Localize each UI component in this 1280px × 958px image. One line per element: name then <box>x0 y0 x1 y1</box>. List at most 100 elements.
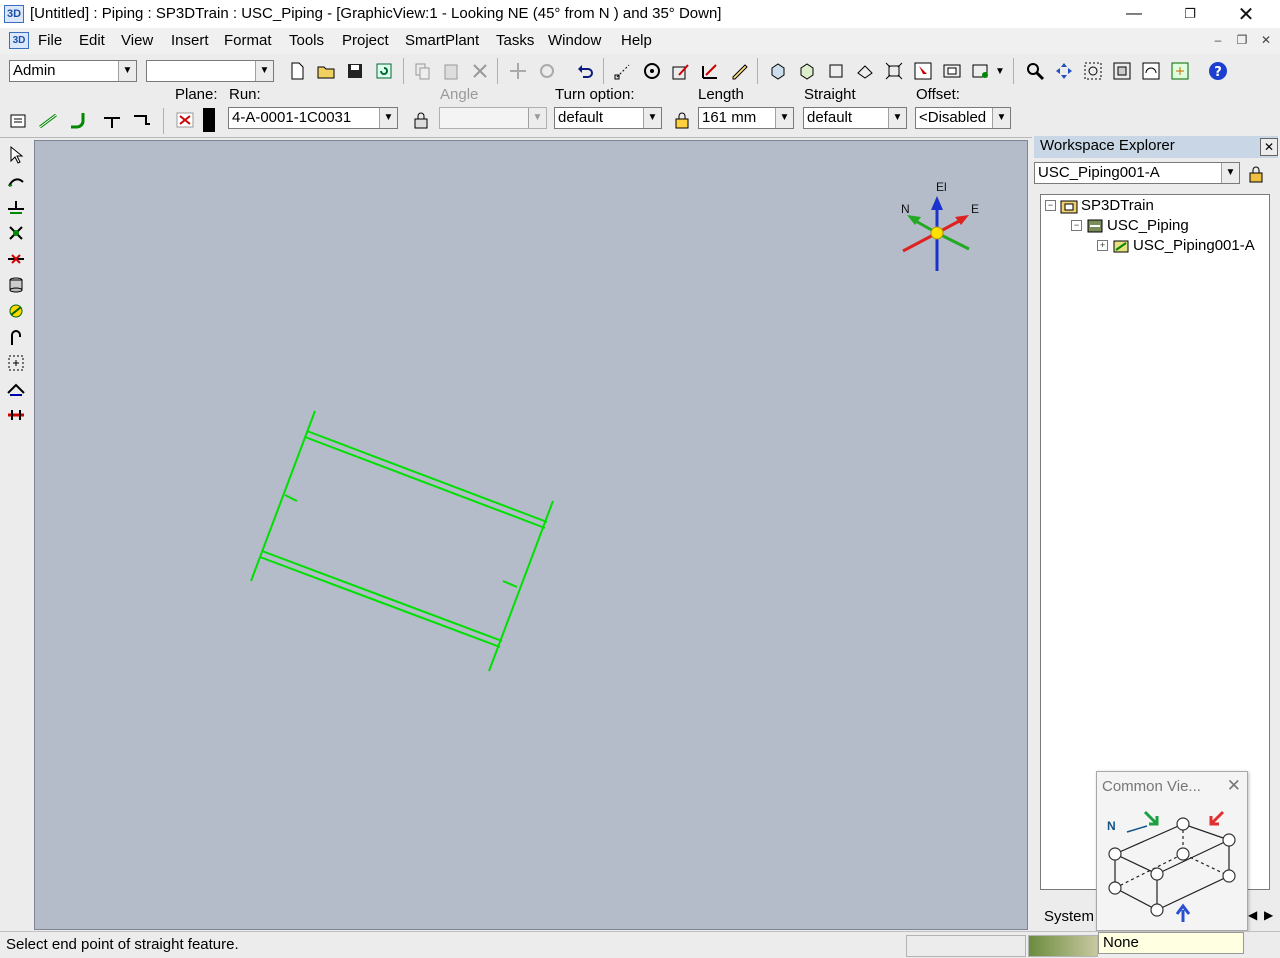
menu-format[interactable]: Format <box>224 32 272 49</box>
menu-edit[interactable]: Edit <box>79 32 105 49</box>
menu-insert[interactable]: Insert <box>171 32 209 49</box>
plane-color-swatch[interactable] <box>203 108 215 132</box>
graphic-view[interactable]: El N E <box>34 140 1028 930</box>
run-combo[interactable]: 4-A-0001-1C0031 ▼ <box>228 107 398 129</box>
pan-button[interactable] <box>1052 59 1076 83</box>
view-handle[interactable] <box>1176 847 1190 861</box>
turn-option-combo[interactable]: default ▼ <box>554 107 662 129</box>
angle-lock-button[interactable] <box>409 108 433 132</box>
view-handle[interactable] <box>1150 903 1164 917</box>
menu-tasks[interactable]: Tasks <box>496 32 534 49</box>
menu-tools[interactable]: Tools <box>289 32 324 49</box>
measure-button[interactable] <box>698 59 722 83</box>
view-handle[interactable] <box>1150 867 1164 881</box>
insert-support-button[interactable] <box>4 273 28 297</box>
select-by-filter-button[interactable] <box>669 59 693 83</box>
insert-spool-break-button[interactable] <box>4 403 28 427</box>
restore-button[interactable]: ❐ <box>1162 0 1218 28</box>
paste-button[interactable] <box>439 59 463 83</box>
menu-window[interactable]: Window <box>548 32 601 49</box>
menu-help[interactable]: Help <box>621 32 652 49</box>
view-style-button[interactable] <box>969 59 993 83</box>
route-pipe-button[interactable] <box>4 169 28 193</box>
insert-feature-button[interactable] <box>4 351 28 375</box>
view-tool-6-button[interactable] <box>911 59 935 83</box>
view-handle[interactable] <box>1108 881 1122 895</box>
plane-button[interactable] <box>173 108 197 132</box>
workspace-lock-button[interactable] <box>1244 162 1268 186</box>
insert-specialty-button[interactable] <box>4 299 28 323</box>
tree-node-usc-piping001-a[interactable]: + USC_Piping001-A <box>1097 237 1255 254</box>
help-button[interactable]: ? <box>1206 59 1230 83</box>
collapse-icon[interactable]: − <box>1071 220 1082 231</box>
tab-scroll-left-button[interactable]: ◀ <box>1248 908 1257 922</box>
close-button[interactable]: ✕ <box>1218 0 1274 28</box>
refresh-button[interactable] <box>372 59 396 83</box>
insert-split-button[interactable] <box>4 247 28 271</box>
rotate-object-button[interactable] <box>535 59 559 83</box>
workspace-filter-combo[interactable]: USC_Piping001-A ▼ <box>1034 162 1240 184</box>
pipe-edge-bottom-2[interactable] <box>259 556 501 648</box>
offset-combo[interactable]: <Disabled ▼ <box>915 107 1011 129</box>
view-cube[interactable]: N <box>1097 772 1249 932</box>
route-branch-button[interactable] <box>100 108 124 132</box>
filter-combo[interactable]: ▼ <box>146 60 274 82</box>
insert-component-button[interactable] <box>4 195 28 219</box>
user-combo[interactable]: Admin ▼ <box>9 60 137 82</box>
mdi-minimize-button[interactable]: – <box>1208 33 1228 49</box>
green-view-arrow-icon[interactable] <box>1143 810 1159 826</box>
view-handle[interactable] <box>1222 869 1236 883</box>
pipe-edge-top-1[interactable] <box>306 430 548 523</box>
view-handle[interactable] <box>1176 817 1190 831</box>
menu-project[interactable]: Project <box>342 32 389 49</box>
zoom-button[interactable] <box>1023 59 1047 83</box>
expand-icon[interactable]: + <box>1097 240 1108 251</box>
copy-button[interactable] <box>410 59 434 83</box>
collapse-icon[interactable]: − <box>1045 200 1056 211</box>
route-connect-button[interactable] <box>130 108 154 132</box>
red-view-arrow-icon[interactable] <box>1209 810 1225 826</box>
point-along-button[interactable] <box>640 59 664 83</box>
insert-tap-button[interactable] <box>4 221 28 245</box>
minimize-button[interactable]: — <box>1106 0 1162 28</box>
menu-view[interactable]: View <box>121 32 153 49</box>
view-handle[interactable] <box>1222 833 1236 847</box>
straight-combo[interactable]: default ▼ <box>803 107 907 129</box>
open-button[interactable] <box>314 59 338 83</box>
menu-smartplant[interactable]: SmartPlant <box>405 32 479 49</box>
zoom-area-button[interactable] <box>1081 59 1105 83</box>
pinpoint-button[interactable] <box>611 59 635 83</box>
view-tool-1-button[interactable] <box>766 59 790 83</box>
mdi-restore-button[interactable]: ❐ <box>1232 33 1252 49</box>
pipe-straight-features[interactable] <box>250 410 554 672</box>
tree-node-sp3dtrain[interactable]: − SP3DTrain <box>1045 197 1154 214</box>
menu-file[interactable]: File <box>38 32 62 49</box>
tab-scroll-right-button[interactable]: ▶ <box>1264 908 1273 922</box>
up-view-arrow-icon[interactable] <box>1175 903 1191 922</box>
common-views-button[interactable] <box>1168 59 1192 83</box>
pipe-edge-bottom-1[interactable] <box>261 550 503 642</box>
move-button[interactable] <box>506 59 530 83</box>
length-combo[interactable]: 161 mm ▼ <box>698 107 794 129</box>
save-button[interactable] <box>343 59 367 83</box>
properties-button[interactable] <box>6 108 30 132</box>
edit-feature-button[interactable] <box>4 377 28 401</box>
fit-button[interactable] <box>1110 59 1134 83</box>
view-tool-4-button[interactable] <box>853 59 877 83</box>
rotate-view-button[interactable] <box>1139 59 1163 83</box>
length-lock-button[interactable] <box>670 108 694 132</box>
new-button[interactable] <box>285 59 309 83</box>
angle-combo[interactable]: ▼ <box>439 107 547 129</box>
view-tool-3-button[interactable] <box>824 59 848 83</box>
mdi-close-button[interactable]: ✕ <box>1256 33 1276 49</box>
route-straight-button[interactable] <box>36 108 60 132</box>
pencil-tool-button[interactable] <box>727 59 751 83</box>
view-tool-5-button[interactable] <box>882 59 906 83</box>
view-tool-7-button[interactable] <box>940 59 964 83</box>
document-icon[interactable]: 3D <box>9 32 29 49</box>
view-handle[interactable] <box>1108 847 1122 861</box>
graphic-canvas[interactable]: El N E <box>35 141 1028 930</box>
view-style-dropdown[interactable]: ▼ <box>992 59 1008 83</box>
view-tool-2-button[interactable] <box>795 59 819 83</box>
delete-button[interactable] <box>468 59 492 83</box>
